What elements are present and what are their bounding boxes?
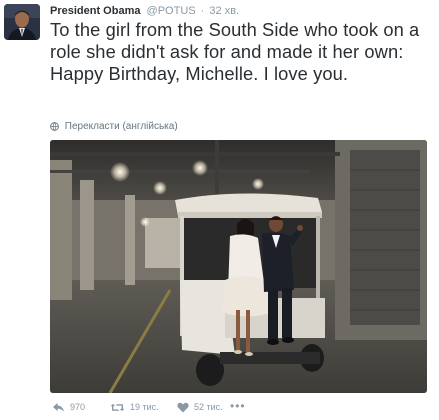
reply-button[interactable]: 970 xyxy=(52,400,85,414)
avatar-photo xyxy=(4,4,40,40)
author-handle[interactable]: @POTUS xyxy=(147,5,196,17)
globe-icon xyxy=(50,122,59,135)
like-button[interactable]: 52 тис. xyxy=(177,400,223,414)
author-name[interactable]: President Obama xyxy=(50,5,140,17)
reply-count: 970 xyxy=(70,402,86,412)
tweet-header: President Obama @POTUS · 32 хв. xyxy=(50,4,239,20)
reply-icon xyxy=(52,402,65,413)
translate-link[interactable]: Перекласти (англійська) xyxy=(50,120,178,134)
tweet-text: To the girl from the South Side who took… xyxy=(50,19,420,84)
retweet-button[interactable]: 19 тис. xyxy=(110,400,159,414)
author-avatar[interactable] xyxy=(4,4,40,40)
retweet-count: 19 тис. xyxy=(130,402,159,412)
tweet-card: President Obama @POTUS · 32 хв. To the g… xyxy=(0,0,439,420)
tweet-timestamp[interactable]: 32 хв. xyxy=(209,5,239,17)
header-separator: · xyxy=(200,5,205,17)
retweet-icon xyxy=(110,402,125,413)
like-count: 52 тис. xyxy=(194,402,223,412)
photo-golf-cart-scene xyxy=(50,140,427,393)
heart-icon xyxy=(177,402,189,413)
translate-label: Перекласти (англійська) xyxy=(64,121,178,132)
more-icon[interactable]: ••• xyxy=(230,400,246,412)
tweet-photo[interactable] xyxy=(50,140,427,393)
